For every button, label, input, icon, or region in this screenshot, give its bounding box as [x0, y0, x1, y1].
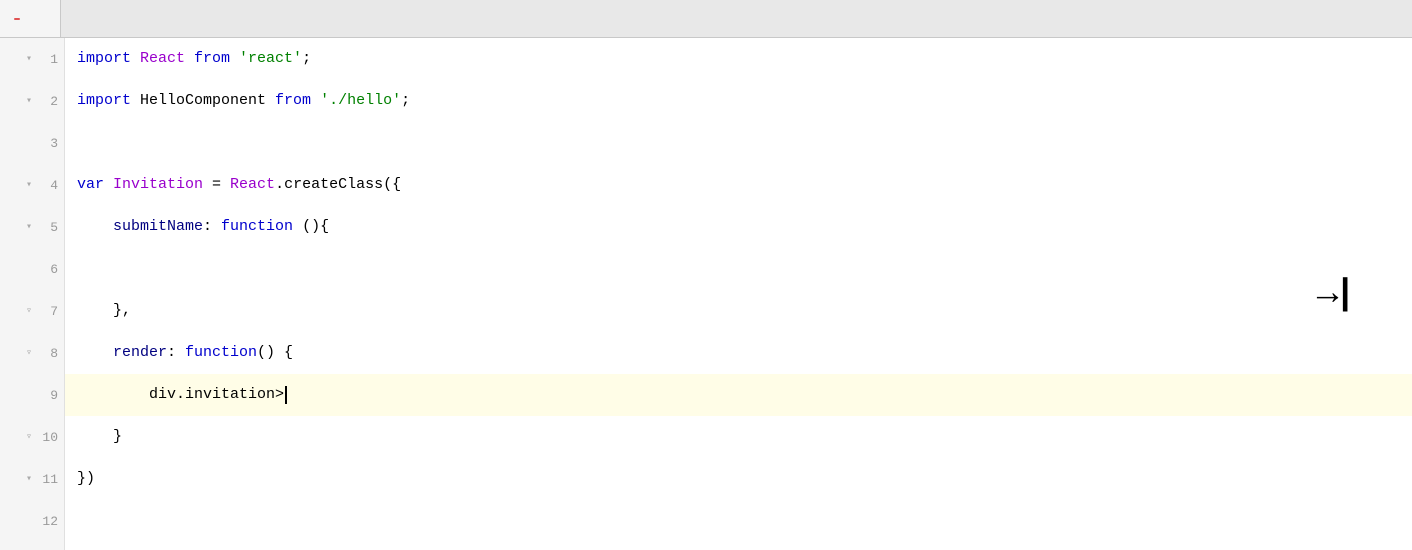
fold-indicator[interactable]: ▾ — [22, 52, 36, 66]
line-number-row: ▿8 — [0, 332, 64, 374]
token-kw: import — [77, 80, 140, 122]
line-number-row: ▾2 — [0, 80, 64, 122]
token-func-kw: function — [221, 206, 302, 248]
code-area: ▾1▾23▾4▾56▿7▿89▿10▾1112 import React fro… — [0, 38, 1412, 550]
line-number-row: ▾4 — [0, 164, 64, 206]
token-react-name: React — [140, 38, 185, 80]
line-number: 11 — [40, 472, 58, 487]
token-plain: : — [167, 332, 185, 374]
line-number: 6 — [40, 262, 58, 277]
token-method-name: render — [77, 332, 167, 374]
fold-indicator[interactable]: ▾ — [22, 472, 36, 486]
line-number-row: 3 — [0, 122, 64, 164]
code-line: }, — [77, 290, 1412, 332]
fold-indicator[interactable]: ▿ — [22, 304, 36, 318]
code-line: var Invitation = React.createClass({ — [77, 164, 1412, 206]
code-lines[interactable]: import React from 'react';import HelloCo… — [65, 38, 1412, 550]
code-line — [77, 122, 1412, 164]
line-number: 2 — [40, 94, 58, 109]
code-line: render: function() { — [77, 332, 1412, 374]
tab-close-button[interactable] — [32, 12, 46, 26]
line-number-row: ▾1 — [0, 38, 64, 80]
line-number-row: ▿7 — [0, 290, 64, 332]
fold-indicator[interactable]: ▿ — [22, 346, 36, 360]
line-number-row: ▿ 10 — [0, 416, 64, 458]
token-kw: var — [77, 164, 113, 206]
token-plain: : — [203, 206, 221, 248]
line-number: 1 — [40, 52, 58, 67]
token-plain: () { — [257, 332, 293, 374]
line-number-gutter: ▾1▾23▾4▾56▿7▿89▿10▾1112 — [0, 38, 65, 550]
code-line: import React from 'react'; — [77, 38, 1412, 80]
code-line: import HelloComponent from './hello'; — [77, 80, 1412, 122]
line-number: 10 — [40, 430, 58, 445]
line-number: 9 — [40, 388, 58, 403]
fold-indicator — [22, 262, 36, 276]
fold-indicator — [22, 388, 36, 402]
code-line: } — [77, 416, 1412, 458]
code-line — [77, 500, 1412, 542]
token-method-name: submitName — [77, 206, 203, 248]
line-number-row: 12 — [0, 500, 64, 542]
line-number-row: ▾ 11 — [0, 458, 64, 500]
token-from-kw: from — [185, 38, 239, 80]
fold-indicator[interactable]: ▾ — [22, 94, 36, 108]
token-string-green: './hello' — [320, 80, 401, 122]
token-from-kw: from — [266, 80, 320, 122]
line-number: 7 — [40, 304, 58, 319]
token-plain: .createClass({ — [275, 164, 401, 206]
code-line: div.invitation> — [65, 374, 1412, 416]
fold-indicator[interactable]: ▿ — [22, 430, 36, 444]
line-number: 3 — [40, 136, 58, 151]
token-react-name: React — [230, 164, 275, 206]
line-number-row: 6 — [0, 248, 64, 290]
token-func-kw: function — [185, 332, 257, 374]
arrow-icon: →| — [1317, 274, 1352, 315]
fold-indicator — [22, 136, 36, 150]
line-number-row: ▾5 — [0, 206, 64, 248]
token-var-name: Invitation — [113, 164, 203, 206]
token-plain: ; — [302, 38, 311, 80]
token-plain: } — [77, 416, 122, 458]
code-line: }) — [77, 458, 1412, 500]
line-number: 12 — [40, 514, 58, 529]
token-kw: import — [77, 38, 140, 80]
editor-tab[interactable] — [0, 0, 61, 37]
token-plain: = — [203, 164, 230, 206]
jsx-badge — [14, 18, 20, 20]
line-number: 4 — [40, 178, 58, 193]
completion-arrow-indicator: →| — [1317, 274, 1352, 315]
token-plain: div.invitation> — [77, 374, 284, 416]
token-string-green: 'react' — [239, 38, 302, 80]
editor-container: ▾1▾23▾4▾56▿7▿89▿10▾1112 import React fro… — [0, 0, 1412, 550]
token-plain: }, — [77, 290, 131, 332]
token-plain: ; — [401, 80, 410, 122]
line-number-row: 9 — [0, 374, 64, 416]
line-number: 8 — [40, 346, 58, 361]
fold-indicator[interactable]: ▾ — [22, 220, 36, 234]
token-plain: (){ — [302, 206, 329, 248]
tab-bar — [0, 0, 1412, 38]
code-line — [77, 248, 1412, 290]
text-cursor — [285, 386, 287, 404]
line-number: 5 — [40, 220, 58, 235]
fold-indicator[interactable]: ▾ — [22, 178, 36, 192]
token-plain: }) — [77, 458, 95, 500]
token-plain: HelloComponent — [140, 80, 266, 122]
fold-indicator — [22, 514, 36, 528]
jsx-icon — [14, 18, 20, 20]
code-line: submitName: function (){ — [77, 206, 1412, 248]
